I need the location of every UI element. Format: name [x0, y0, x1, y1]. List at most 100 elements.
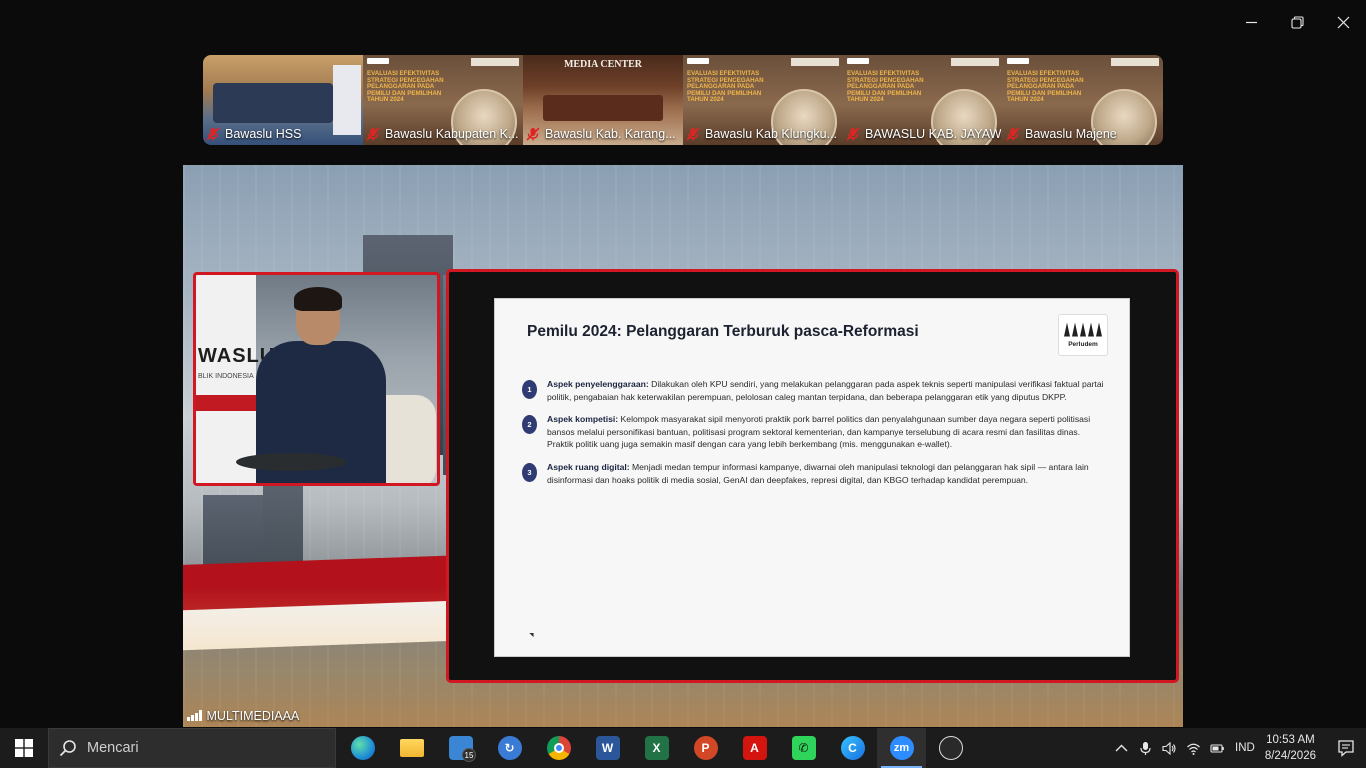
search-icon — [59, 740, 76, 757]
banner-header-bar — [791, 58, 839, 66]
minimize-button[interactable] — [1228, 0, 1274, 44]
restore-icon — [1290, 15, 1304, 29]
bawaslu-logo — [687, 58, 709, 64]
folder-icon — [399, 739, 424, 757]
taskbar-app-obs[interactable] — [926, 728, 975, 768]
restore-button[interactable] — [1274, 0, 1320, 44]
point-text: Aspek penyelenggaraan: Dilakukan oleh KP… — [547, 378, 1106, 403]
slide-point: 2 Aspek kompetisi: Kelompok masyarakat s… — [522, 413, 1106, 451]
clock[interactable]: 10:53 AM 8/24/2026 — [1265, 732, 1316, 764]
mic-muted-icon — [366, 127, 380, 141]
battery-button[interactable] — [1205, 728, 1229, 768]
taskbar-app-powerpoint[interactable]: P — [681, 728, 730, 768]
close-button[interactable] — [1320, 0, 1366, 44]
mic-muted-icon — [526, 127, 540, 141]
microphone-button[interactable] — [1133, 728, 1157, 768]
mouse-cursor-icon — [529, 630, 536, 638]
perludem-logo: Perludem — [1058, 314, 1108, 356]
banner-header-bar — [471, 58, 519, 66]
main-video-stage[interactable]: WASLU BLIK INDONESIA Pemilu 2024: Pelang… — [183, 165, 1183, 727]
point-text: Aspek ruang digital: Menjadi medan tempu… — [547, 461, 1106, 486]
mic-muted-icon — [686, 127, 700, 141]
start-button[interactable] — [0, 728, 48, 768]
point-label: Aspek ruang digital: — [547, 461, 630, 472]
edge-icon — [350, 736, 375, 760]
media-center-sign: MEDIA CENTER — [563, 59, 643, 70]
point-number: 2 — [522, 415, 537, 435]
clock-date: 8/24/2026 — [1264, 750, 1316, 762]
taskbar-apps: 15 ↻ W X P A ✆ C zm — [338, 728, 975, 768]
participant-name: Bawaslu Kab. Karang... — [545, 127, 676, 141]
sync-icon: ↻ — [497, 736, 522, 760]
taskbar-app-excel[interactable]: X — [632, 728, 681, 768]
notification-center-button[interactable] — [1326, 728, 1366, 768]
active-speaker-label: MULTIMEDIAAA — [187, 709, 299, 723]
taskbar-app-zoom[interactable]: zm — [877, 728, 926, 768]
taskbar-app-task-manager[interactable]: 15 — [436, 728, 485, 768]
speaker-video[interactable]: WASLU BLIK INDONESIA — [193, 272, 440, 486]
mic-muted-icon — [1006, 127, 1020, 141]
banner-text: EVALUASI EFEKTIVITAS STRATEGI PENCEGAHAN… — [687, 70, 764, 104]
slide-point: 1 Aspek penyelenggaraan: Dilakukan oleh … — [522, 378, 1106, 403]
participant-strip: Bawaslu HSS EVALUASI EFEKTIVITAS STRATEG… — [203, 55, 1163, 145]
taskbar-app-chrome[interactable] — [534, 728, 583, 768]
show-hidden-icons-button[interactable] — [1109, 728, 1133, 768]
taskbar-app-file-explorer[interactable] — [387, 728, 436, 768]
participant-tile[interactable]: EVALUASI EFEKTIVITAS STRATEGI PENCEGAHAN… — [363, 55, 523, 145]
battery-icon — [1209, 743, 1224, 753]
taskbar-app-acrobat[interactable]: A — [730, 728, 779, 768]
language-indicator[interactable]: IND — [1235, 742, 1255, 754]
participant-tile[interactable]: Bawaslu HSS — [203, 55, 363, 145]
taskbar-app-word[interactable]: W — [583, 728, 632, 768]
notification-badge: 15 — [462, 748, 476, 762]
network-button[interactable] — [1181, 728, 1205, 768]
mic-muted-icon — [206, 127, 220, 141]
banner-header-bar — [1111, 58, 1159, 66]
participant-label: Bawaslu Majene — [1005, 125, 1161, 143]
participant-tile[interactable]: MEDIA CENTER Bawaslu Kab. Karang... — [523, 55, 683, 145]
taskbar-app-edge[interactable] — [338, 728, 387, 768]
participant-name: Bawaslu Kab Klungku... — [705, 127, 838, 141]
minimize-icon — [1245, 21, 1257, 23]
participant-label: BAWASLU KAB. JAYAW... — [845, 125, 1001, 143]
presentation-slide: Pemilu 2024: Pelanggaran Terburuk pasca-… — [494, 298, 1130, 657]
slide-points: 1 Aspek penyelenggaraan: Dilakukan oleh … — [522, 378, 1106, 496]
windows-logo-icon — [15, 739, 33, 757]
signal-strength-icon — [187, 710, 202, 721]
shared-screen[interactable]: Pemilu 2024: Pelanggaran Terburuk pasca-… — [446, 269, 1179, 683]
participant-tile[interactable]: EVALUASI EFEKTIVITAS STRATEGI PENCEGAHAN… — [1003, 55, 1163, 145]
bawaslu-logo — [847, 58, 869, 64]
backdrop-subtitle: BLIK INDONESIA — [198, 373, 254, 380]
banner-text: EVALUASI EFEKTIVITAS STRATEGI PENCEGAHAN… — [1007, 70, 1084, 104]
point-number: 3 — [522, 462, 537, 482]
point-body: Kelompok masyarakat sipil menyoroti prak… — [547, 414, 1091, 450]
c-app-icon: C — [840, 736, 865, 760]
taskbar-search[interactable]: Mencari — [48, 728, 336, 768]
participant-tile[interactable]: EVALUASI EFEKTIVITAS STRATEGI PENCEGAHAN… — [843, 55, 1003, 145]
speaker-backdrop — [196, 275, 256, 483]
participant-label: Bawaslu Kabupaten K... — [365, 125, 521, 143]
taskbar-app-sync[interactable]: ↻ — [485, 728, 534, 768]
taskbar-app-c[interactable]: C — [828, 728, 877, 768]
point-text: Aspek kompetisi: Kelompok masyarakat sip… — [547, 413, 1106, 451]
search-placeholder: Mencari — [87, 740, 139, 756]
slide-point: 3 Aspek ruang digital: Menjadi medan tem… — [522, 461, 1106, 486]
participant-label: Bawaslu Kab Klungku... — [685, 125, 841, 143]
microphone-icon — [1139, 741, 1151, 755]
volume-button[interactable] — [1157, 728, 1181, 768]
point-label: Aspek penyelenggaraan: — [547, 379, 649, 389]
taskbar: Mencari 15 ↻ W X P A ✆ C zm IND 10:53 AM… — [0, 728, 1366, 768]
banner-text: EVALUASI EFEKTIVITAS STRATEGI PENCEGAHAN… — [847, 70, 924, 104]
participant-tile[interactable]: EVALUASI EFEKTIVITAS STRATEGI PENCEGAHAN… — [683, 55, 843, 145]
perludem-logo-mark — [1064, 322, 1102, 339]
banner-text: EVALUASI EFEKTIVITAS STRATEGI PENCEGAHAN… — [367, 70, 444, 104]
excel-icon: X — [644, 736, 669, 760]
mic-muted-icon — [846, 127, 860, 141]
chrome-icon — [546, 736, 571, 760]
word-icon: W — [595, 736, 620, 760]
participant-label: Bawaslu Kab. Karang... — [525, 125, 681, 143]
participant-name: BAWASLU KAB. JAYAW... — [865, 127, 1001, 141]
taskbar-app-phone[interactable]: ✆ — [779, 728, 828, 768]
powerpoint-icon: P — [693, 736, 718, 760]
notification-icon — [1338, 740, 1354, 757]
